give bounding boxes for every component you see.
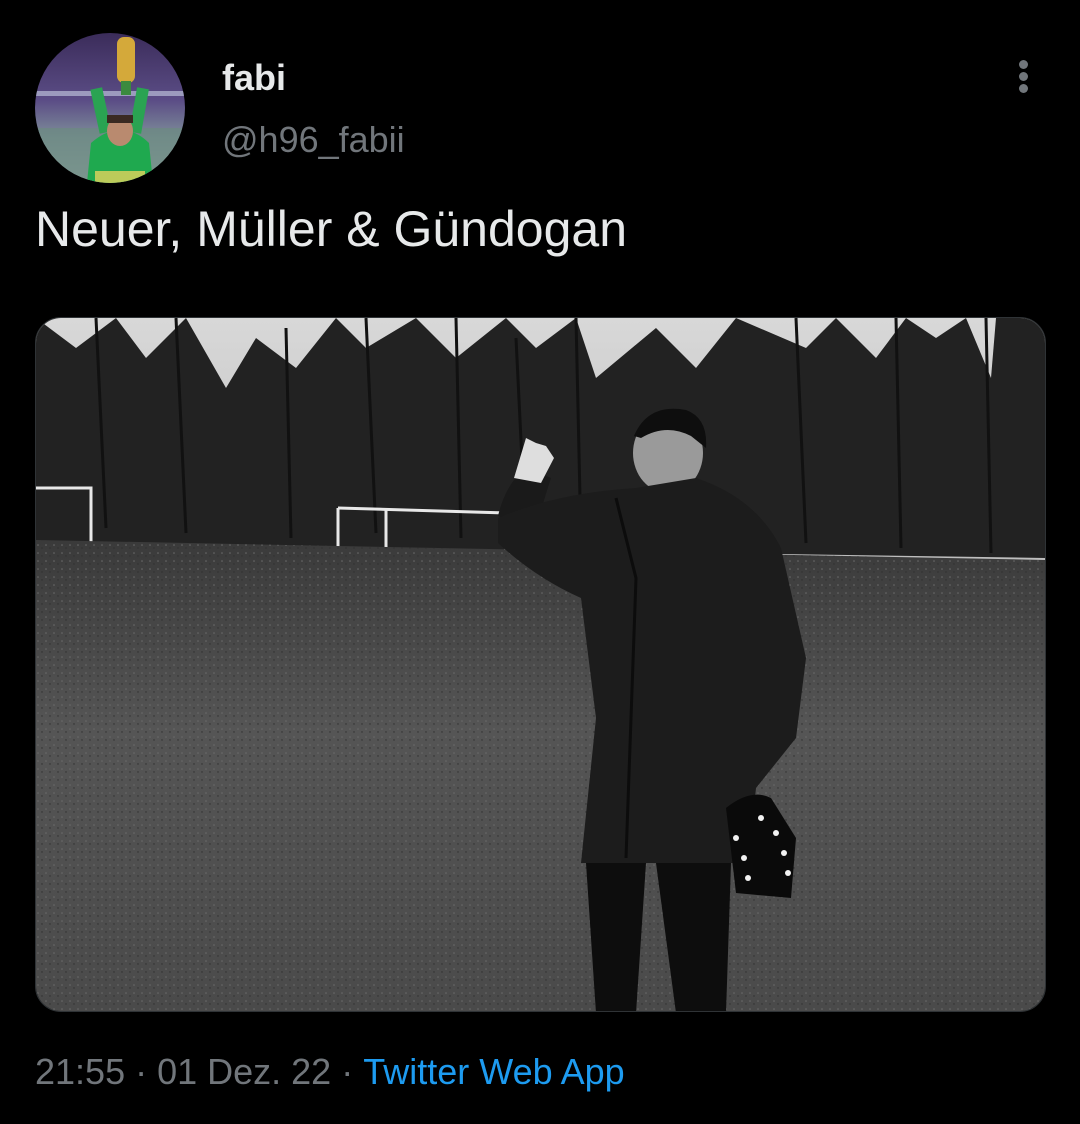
- tweet-source-link[interactable]: Twitter Web App: [363, 1051, 624, 1092]
- tweet-time[interactable]: 21:55: [35, 1051, 125, 1092]
- photo-image: [36, 318, 1045, 1011]
- avatar[interactable]: [35, 33, 185, 183]
- tweet-meta: 21:55 · 01 Dez. 22 · Twitter Web App: [35, 1048, 625, 1096]
- tweet-date[interactable]: 01 Dez. 22: [157, 1051, 331, 1092]
- tweet-text: Neuer, Müller & Gündogan: [35, 201, 628, 257]
- avatar-image: [35, 33, 185, 183]
- author-display-name[interactable]: fabi: [222, 56, 286, 100]
- meta-separator: ·: [135, 1051, 148, 1092]
- author-handle[interactable]: @h96_fabii: [222, 118, 405, 162]
- tweet-photo[interactable]: [35, 317, 1046, 1012]
- more-options-button[interactable]: [1004, 54, 1044, 98]
- tweet: fabi @h96_fabii Neuer, Müller & Gündogan: [0, 0, 1080, 1124]
- meta-separator: ·: [341, 1051, 354, 1092]
